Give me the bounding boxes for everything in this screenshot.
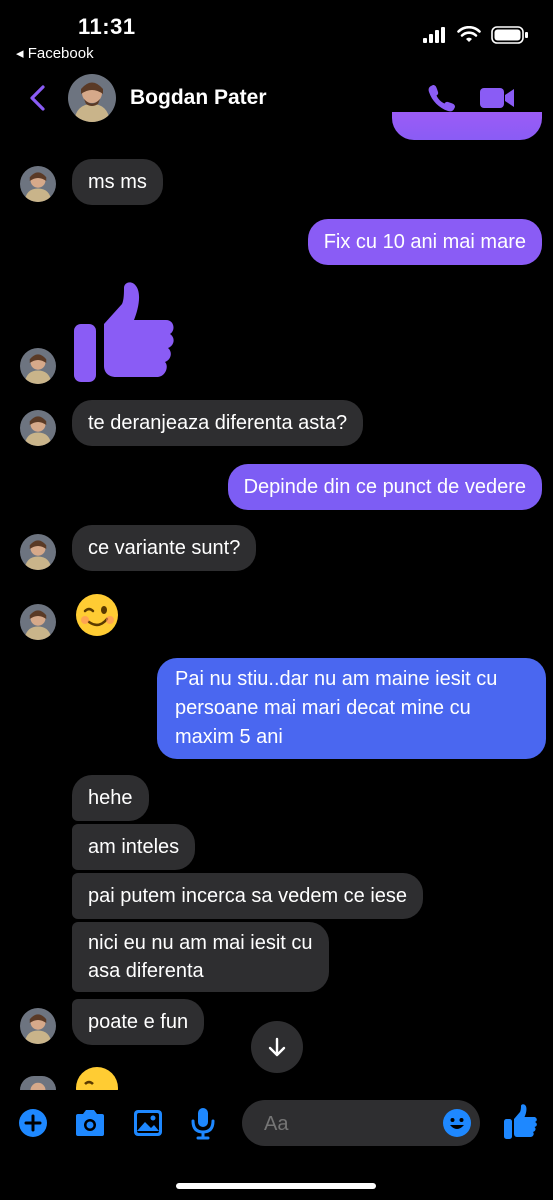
winking-face-emoji-icon[interactable] bbox=[75, 593, 119, 637]
outgoing-message[interactable]: Pai nu stiu..dar nu am maine iesit cu pe… bbox=[157, 658, 546, 759]
scroll-to-bottom-button[interactable] bbox=[251, 1021, 303, 1073]
contact-avatar[interactable] bbox=[68, 74, 116, 122]
winking-face-emoji-partial bbox=[75, 1066, 119, 1090]
message-line: Pai nu stiu..dar nu am maine iesit cu bbox=[175, 668, 498, 690]
gallery-icon[interactable] bbox=[132, 1108, 164, 1138]
incoming-message[interactable]: te deranjeaza diferenta asta? bbox=[72, 400, 364, 446]
arrow-down-icon bbox=[268, 1037, 286, 1057]
outgoing-message[interactable]: Depinde din ce punct de vedere bbox=[227, 464, 542, 510]
thumbs-up-send-icon[interactable] bbox=[503, 1104, 537, 1140]
outgoing-message-bubble-partial bbox=[392, 112, 542, 140]
wifi-icon bbox=[457, 26, 481, 42]
incoming-message[interactable]: ce variante sunt? bbox=[72, 525, 257, 571]
incoming-message[interactable]: am inteles bbox=[72, 824, 196, 870]
camera-icon[interactable] bbox=[73, 1108, 107, 1138]
message-line: maxim 5 ani bbox=[175, 726, 283, 748]
sender-avatar[interactable] bbox=[20, 604, 56, 640]
phone-call-icon[interactable] bbox=[426, 82, 458, 114]
microphone-icon[interactable] bbox=[190, 1106, 216, 1140]
signal-icon bbox=[423, 27, 445, 43]
back-chevron-icon[interactable] bbox=[26, 84, 50, 112]
status-time: 11:31 bbox=[78, 14, 136, 39]
battery-icon bbox=[491, 26, 528, 44]
sender-avatar[interactable] bbox=[20, 166, 56, 202]
sender-avatar[interactable] bbox=[20, 1008, 56, 1044]
sender-avatar[interactable] bbox=[20, 410, 56, 446]
message-line: asa diferenta bbox=[88, 960, 204, 982]
contact-name[interactable]: Bogdan Pater bbox=[130, 86, 267, 110]
message-input[interactable] bbox=[262, 1112, 436, 1137]
sender-avatar[interactable] bbox=[20, 348, 56, 384]
home-indicator bbox=[176, 1183, 376, 1189]
incoming-message[interactable]: hehe bbox=[72, 775, 149, 821]
message-line: persoane mai mari decat mine cu bbox=[175, 697, 471, 719]
emoji-icon[interactable] bbox=[442, 1108, 472, 1138]
status-icons bbox=[423, 26, 529, 44]
incoming-message[interactable]: ms ms bbox=[72, 159, 163, 205]
sender-avatar-partial bbox=[20, 1076, 56, 1090]
outgoing-message[interactable]: Fix cu 10 ani mai mare bbox=[307, 219, 542, 265]
thumbs-up-icon[interactable] bbox=[72, 280, 176, 384]
message-line: nici eu nu am mai iesit cu bbox=[88, 932, 313, 954]
sender-avatar[interactable] bbox=[20, 534, 56, 570]
incoming-message[interactable]: poate e fun bbox=[72, 999, 205, 1045]
incoming-message[interactable]: nici eu nu am mai iesit cu asa diferenta bbox=[72, 922, 329, 992]
add-icon[interactable] bbox=[18, 1108, 48, 1138]
back-to-facebook-link[interactable]: ◂ Facebook bbox=[16, 44, 94, 62]
incoming-message[interactable]: pai putem incerca sa vedem ce iese bbox=[72, 873, 424, 919]
video-call-icon[interactable] bbox=[478, 82, 516, 114]
